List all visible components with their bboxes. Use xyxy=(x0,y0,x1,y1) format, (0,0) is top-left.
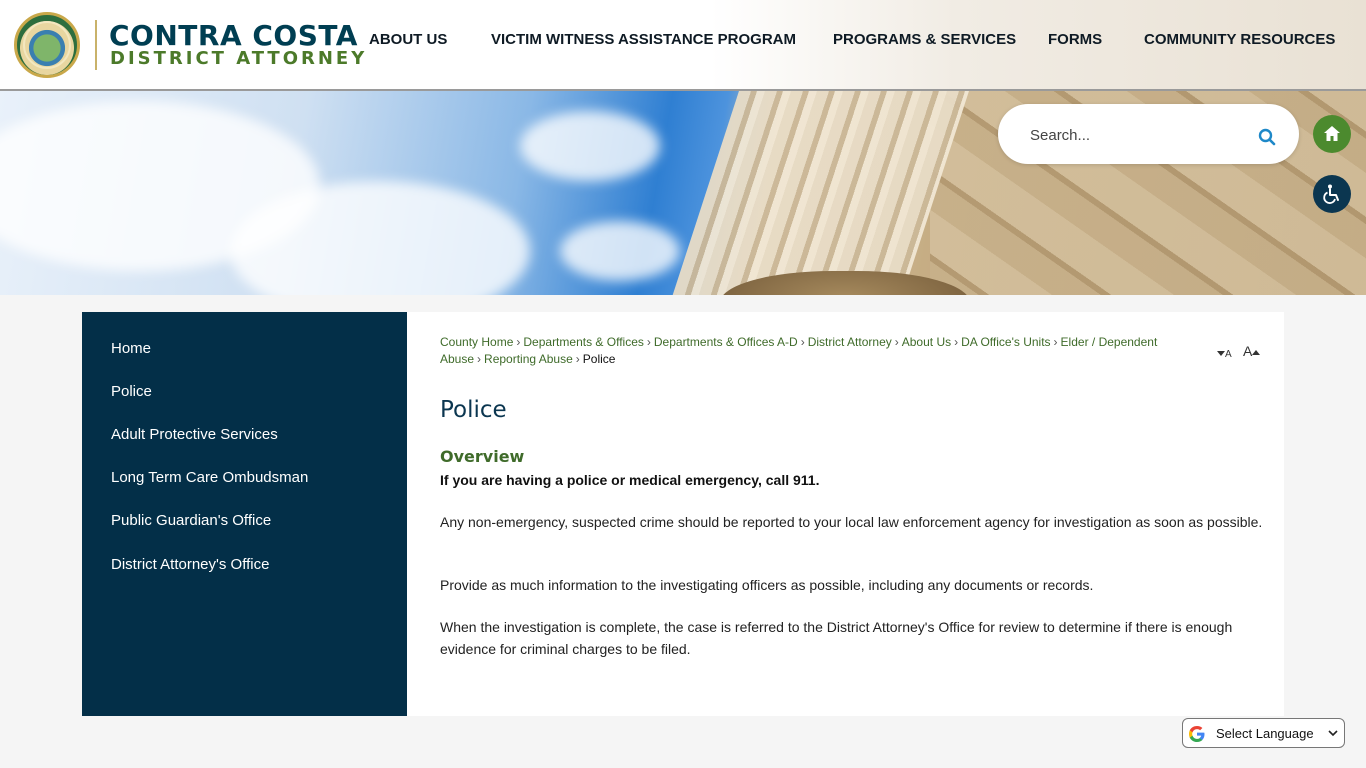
chevron-down-icon xyxy=(1328,730,1338,737)
breadcrumb-separator: › xyxy=(800,335,805,349)
breadcrumb-link[interactable]: About Us xyxy=(902,335,951,349)
main-content: County Home › Departments & Offices › Depart… xyxy=(407,312,1284,716)
caret-up-icon xyxy=(1252,349,1261,355)
site-header: CONTRA COSTA DISTRICT ATTORNEY ABOUT US … xyxy=(0,0,1366,91)
logo-subtitle[interactable]: DISTRICT ATTORNEY xyxy=(110,48,367,69)
breadcrumb-link[interactable]: Departments & Offices A-D xyxy=(654,335,798,349)
page-title: Police xyxy=(440,397,507,423)
decrease-font-label: A xyxy=(1225,349,1232,360)
county-seal-logo[interactable] xyxy=(14,12,80,78)
search-box xyxy=(998,104,1299,164)
sidebar-item-adult-protective-services[interactable]: Adult Protective Services xyxy=(111,426,278,443)
breadcrumb-link[interactable]: County Home xyxy=(440,335,513,349)
google-g-icon xyxy=(1189,726,1205,742)
emergency-notice: If you are having a police or medical em… xyxy=(440,472,820,488)
accessibility-button[interactable] xyxy=(1313,175,1351,213)
nav-programs-services[interactable]: PROGRAMS & SERVICES xyxy=(833,31,1016,48)
sidebar-item-home[interactable]: Home xyxy=(111,340,151,357)
nav-victim-witness[interactable]: VICTIM WITNESS ASSISTANCE PROGRAM xyxy=(491,31,796,48)
breadcrumb-separator: › xyxy=(477,352,482,366)
breadcrumb-link[interactable]: Departments & Offices xyxy=(523,335,644,349)
language-select[interactable]: Select Language xyxy=(1182,718,1345,748)
breadcrumb-link[interactable]: DA Office's Units xyxy=(961,335,1050,349)
nav-forms[interactable]: FORMS xyxy=(1048,31,1102,48)
decrease-font-button[interactable]: A xyxy=(1217,345,1232,360)
logo-divider xyxy=(95,20,97,70)
paragraph-investigation: When the investigation is complete, the … xyxy=(440,619,1233,657)
breadcrumb-separator: › xyxy=(954,335,959,349)
cloud xyxy=(560,221,680,281)
increase-font-label: A xyxy=(1243,343,1253,359)
breadcrumb-current: Police xyxy=(582,352,616,366)
breadcrumb-separator: › xyxy=(575,352,580,366)
home-button[interactable] xyxy=(1313,115,1351,153)
breadcrumb-link[interactable]: Reporting Abuse xyxy=(484,352,573,366)
sidebar-nav: Home Police Adult Protective Services Lo… xyxy=(82,312,407,716)
breadcrumb-separator: › xyxy=(516,335,521,349)
sidebar-item-district-attorney[interactable]: District Attorney's Office xyxy=(111,556,269,573)
paragraph-information: Provide as much information to the inves… xyxy=(440,577,1094,593)
breadcrumb-separator: › xyxy=(1053,335,1058,349)
wheelchair-icon xyxy=(1323,184,1339,204)
breadcrumb-separator: › xyxy=(894,335,899,349)
column-image xyxy=(657,91,973,295)
nav-about-us[interactable]: ABOUT US xyxy=(369,31,447,48)
breadcrumb-link[interactable]: District Attorney xyxy=(808,335,892,349)
breadcrumb: County Home › Departments & Offices › Depart… xyxy=(440,334,1160,368)
sidebar-item-long-term-care-ombudsman[interactable]: Long Term Care Ombudsman xyxy=(111,469,308,486)
search-icon[interactable] xyxy=(1258,128,1276,146)
language-label: Select Language xyxy=(1216,726,1314,741)
paragraph-non-emergency: Any non-emergency, suspected crime shoul… xyxy=(440,514,1263,530)
increase-font-button[interactable]: A xyxy=(1243,343,1261,359)
breadcrumb-separator: › xyxy=(646,335,651,349)
overview-heading: Overview xyxy=(440,447,525,466)
nav-community-resources[interactable]: COMMUNITY RESOURCES xyxy=(1144,31,1335,48)
caret-down-icon xyxy=(1217,350,1225,356)
sidebar-item-police[interactable]: Police xyxy=(111,383,152,400)
sidebar-item-public-guardian[interactable]: Public Guardian's Office xyxy=(111,512,271,529)
search-input[interactable] xyxy=(1028,120,1252,150)
seal-ring xyxy=(23,21,71,69)
home-icon xyxy=(1324,126,1340,141)
cloud xyxy=(520,111,660,181)
